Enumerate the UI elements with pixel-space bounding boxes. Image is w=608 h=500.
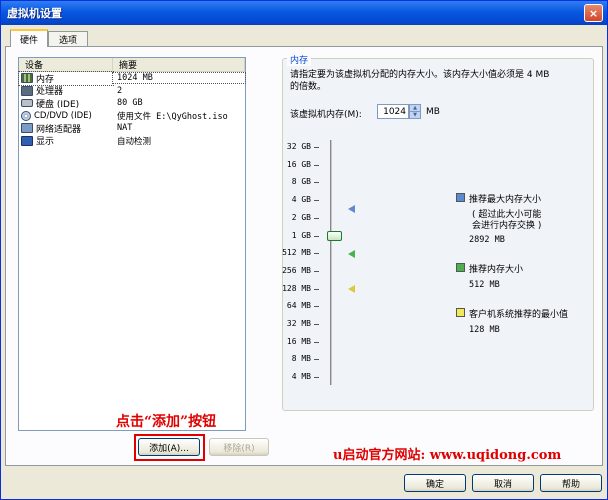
device-row-harddisk[interactable]: 硬盘 (IDE) 80 GB — [19, 97, 245, 110]
scale-tick — [314, 377, 319, 379]
scale-label: 16 MB — [286, 336, 311, 346]
scale-tick — [314, 200, 319, 202]
scale-tick — [314, 270, 319, 272]
harddisk-icon — [21, 99, 33, 108]
memory-slider-thumb[interactable] — [327, 231, 342, 241]
recommended-marker-icon — [348, 250, 355, 258]
device-summary: 使用文件 E:\QyGhost.iso — [117, 111, 228, 122]
legend-max-value: 2892 MB — [469, 235, 505, 245]
device-name: 网络适配器 — [36, 124, 82, 135]
scale-label: 4 GB — [291, 195, 311, 205]
scale-label: 8 MB — [291, 354, 311, 364]
device-row-cdrom[interactable]: CD/DVD (IDE) 使用文件 E:\QyGhost.iso — [19, 110, 245, 123]
device-name: 内存 — [36, 74, 55, 85]
scale-label: 256 MB — [282, 265, 311, 275]
legend-minimum-value: 128 MB — [469, 325, 500, 335]
scale-tick — [314, 164, 319, 166]
tab-options-label: 选项 — [58, 36, 77, 46]
scale-tick — [314, 147, 319, 148]
legend-recommended-value: 512 MB — [469, 280, 500, 290]
device-row-display[interactable]: 显示 自动检测 — [19, 135, 245, 148]
scale-label: 2 GB — [291, 212, 311, 222]
scale-tick — [314, 235, 319, 237]
scale-label: 128 MB — [282, 283, 311, 293]
device-summary: NAT — [117, 123, 133, 134]
add-button[interactable]: 添加(A)... — [138, 438, 200, 456]
device-name: CD/DVD (IDE) — [34, 110, 92, 121]
scale-tick — [314, 182, 319, 184]
memory-size-unit: MB — [426, 107, 440, 117]
spin-down-icon[interactable]: ▼ — [410, 112, 420, 119]
scale-tick — [314, 253, 319, 255]
display-icon — [21, 135, 33, 146]
window-title: 虚拟机设置 — [7, 7, 62, 20]
device-name: 处理器 — [36, 87, 64, 98]
device-list-header: 设备 摘要 — [19, 58, 245, 72]
close-icon: × — [588, 6, 599, 20]
device-summary: 80 GB — [117, 98, 143, 109]
ok-button[interactable]: 确定 — [404, 474, 466, 492]
close-button[interactable]: × — [584, 4, 603, 22]
help-button[interactable]: 帮助 — [540, 474, 602, 492]
network-adapter-icon — [21, 123, 33, 134]
scale-label: 4 MB — [291, 372, 311, 382]
tab-hardware-label: 硬件 — [19, 35, 38, 46]
device-summary: 1024 MB — [112, 72, 246, 85]
tab-hardware[interactable]: 硬件 — [10, 29, 48, 47]
scale-tick — [314, 288, 319, 290]
annotation-website: u启动官方网站: www.uqidong.com — [333, 448, 562, 463]
device-row-memory[interactable]: 内存 1024 MB — [18, 70, 246, 86]
memory-icon — [21, 73, 33, 84]
scale-tick — [314, 324, 319, 325]
column-header-device[interactable]: 设备 — [19, 58, 113, 71]
device-summary: 自动检测 — [117, 136, 152, 147]
title-bar[interactable]: 虚拟机设置 × — [1, 1, 607, 25]
processor-icon — [21, 85, 33, 96]
scale-label: 32 MB — [286, 319, 311, 328]
device-name: 显示 — [36, 137, 55, 148]
scale-label: 8 GB — [291, 177, 311, 187]
annotation-click-add: 点击“添加”按钮 — [116, 414, 217, 430]
legend-swatch-recommended — [456, 263, 465, 272]
tab-options[interactable]: 选项 — [48, 31, 88, 47]
scale-label: 16 GB — [286, 159, 311, 169]
legend-max-label: 推荐最大内存大小 — [469, 195, 542, 205]
memory-group-legend: 内存 — [287, 53, 312, 66]
legend-recommended-label: 推荐内存大小 — [469, 265, 524, 275]
scale-tick — [314, 359, 319, 361]
memory-description-line2: 的倍数。 — [290, 82, 327, 92]
guest-minimum-marker-icon — [348, 285, 355, 293]
max-recommended-marker-icon — [348, 205, 355, 213]
column-header-summary[interactable]: 摘要 — [113, 58, 245, 71]
memory-size-input[interactable] — [377, 104, 409, 119]
memory-description-line1: 请指定要为该虚拟机分配的内存大小。该内存大小值必须是 4 MB — [290, 70, 550, 80]
scale-tick — [314, 306, 319, 308]
legend-swatch-minimum — [456, 308, 465, 317]
remove-button[interactable]: 移除(R) — [209, 438, 269, 456]
device-name: 硬盘 (IDE) — [36, 99, 80, 110]
scale-tick — [314, 217, 319, 219]
scale-label: 512 MB — [282, 248, 311, 258]
device-summary: 2 — [117, 85, 123, 96]
device-list[interactable]: 设备 摘要 内存 1024 MB 处理器 2 硬盘 (IDE) 80 GB CD… — [18, 57, 246, 431]
legend-swatch-max — [456, 193, 465, 202]
legend-minimum-label: 客户机系统推荐的最小值 — [469, 310, 569, 320]
memory-description: 请指定要为该虚拟机分配的内存大小。该内存大小值必须是 4 MB 的倍数。 — [290, 69, 590, 93]
cdrom-icon — [21, 110, 31, 121]
cancel-button[interactable]: 取消 — [472, 474, 534, 492]
memory-size-label: 该虚拟机内存(M): — [290, 110, 362, 120]
scale-label: 1 GB — [291, 230, 311, 240]
scale-tick — [314, 341, 319, 343]
device-row-network[interactable]: 网络适配器 NAT — [19, 122, 245, 135]
device-row-processor[interactable]: 处理器 2 — [19, 85, 245, 98]
scale-label: 64 MB — [286, 301, 311, 311]
memory-size-spinner[interactable]: ▲ ▼ — [409, 104, 421, 119]
legend-max-note2: 会进行内存交换 ) — [472, 221, 542, 231]
scale-label: 32 GB — [286, 142, 311, 151]
memory-slider-track[interactable] — [330, 140, 332, 385]
